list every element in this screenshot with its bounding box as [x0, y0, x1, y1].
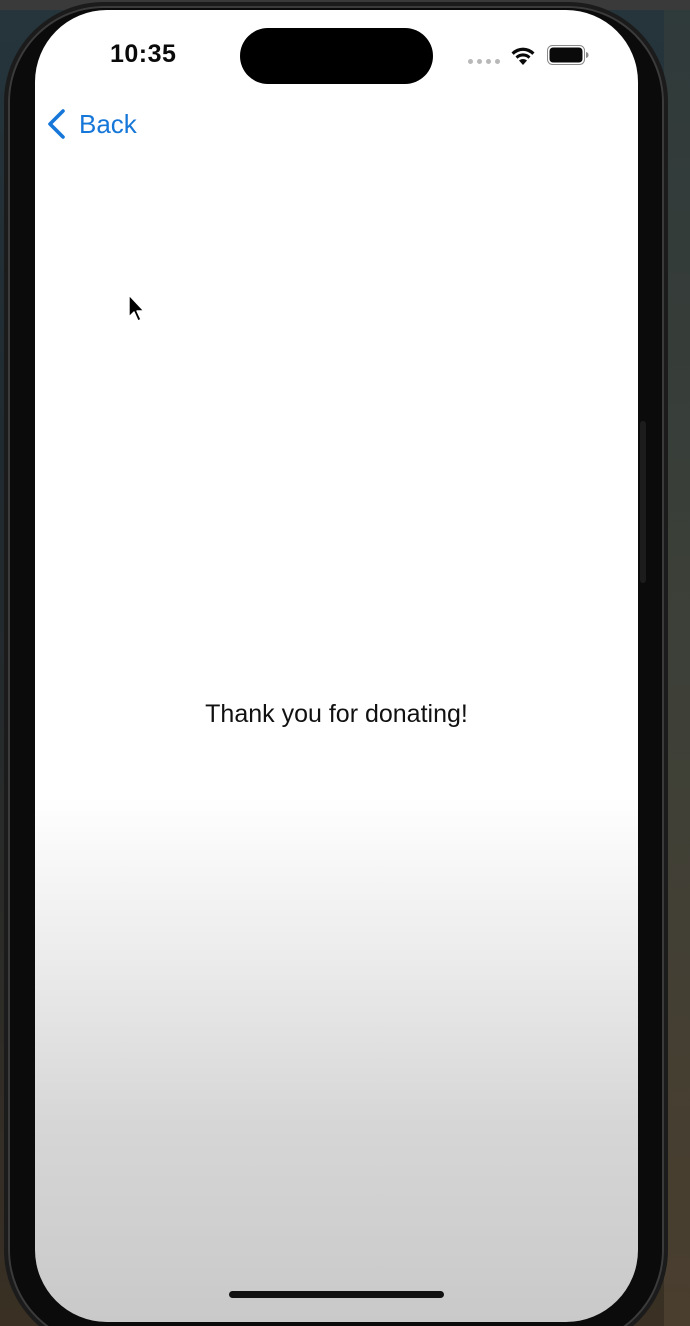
- wifi-icon: [511, 47, 535, 65]
- phone-screen: 10:35 Back Thank you for donating!: [35, 10, 638, 1322]
- back-button[interactable]: Back: [45, 108, 137, 140]
- home-indicator[interactable]: [229, 1291, 444, 1298]
- cellular-signal-icon: [468, 59, 500, 64]
- chevron-left-icon: [48, 109, 65, 139]
- phone-side-button: [640, 421, 646, 583]
- thank-you-message: Thank you for donating!: [205, 700, 468, 728]
- battery-icon: [547, 45, 589, 65]
- desktop-background: [664, 10, 690, 1326]
- mouse-cursor-icon: [128, 294, 145, 322]
- back-label: Back: [79, 108, 137, 139]
- dynamic-island: [240, 28, 433, 84]
- status-time: 10:35: [110, 40, 177, 68]
